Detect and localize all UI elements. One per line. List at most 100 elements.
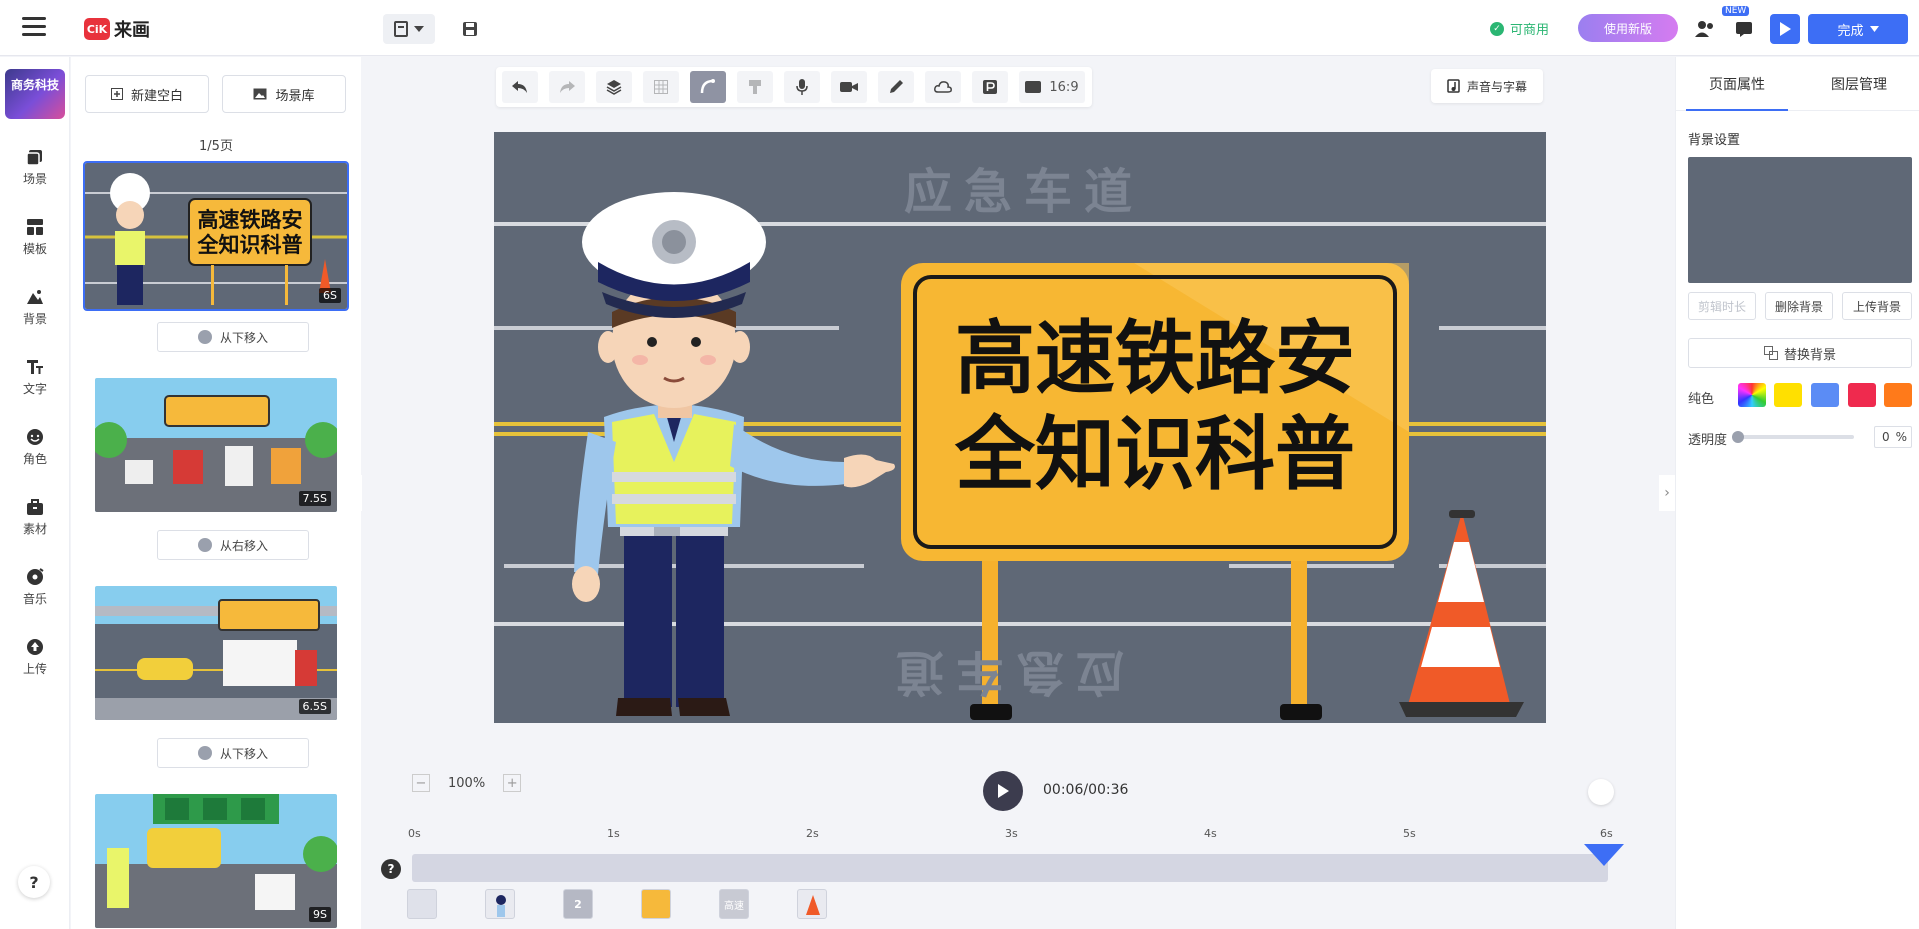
scene-canvas[interactable]: 应急车道 应急车道 高速铁路安 全知识科普	[494, 132, 1546, 723]
scene-thumbnail[interactable]: 7.5S	[95, 378, 337, 512]
nav-label: 素材	[22, 521, 47, 536]
tick-label: 2s	[806, 827, 819, 840]
redo-icon	[560, 81, 575, 93]
transition-button[interactable]: 从下移入	[157, 738, 309, 768]
timeline-track[interactable]	[412, 854, 1608, 882]
page-count: 1/5页	[199, 139, 233, 154]
layer-thumbnail[interactable]	[797, 889, 827, 919]
new-blank-button[interactable]: 新建空白	[85, 75, 209, 113]
save-button[interactable]	[455, 14, 485, 44]
color-swatch-red[interactable]	[1848, 383, 1876, 407]
upload-background-button[interactable]: 上传背景	[1842, 292, 1912, 320]
replace-background-button[interactable]: 替换背景	[1688, 338, 1912, 368]
redo-button[interactable]	[549, 71, 585, 103]
voice-button[interactable]	[784, 71, 820, 103]
canvas-area: 16:9 声音与字幕 应急车道 应急车道 高速铁路安 全知识科普 − 100% …	[362, 57, 1674, 929]
scene-duration: 6S	[319, 288, 341, 303]
preview-play-button[interactable]	[1770, 14, 1800, 44]
layer-thumbnail[interactable]	[641, 889, 671, 919]
tab-layer-management[interactable]: 图层管理	[1798, 57, 1919, 110]
headset-icon[interactable]	[1588, 779, 1614, 805]
layer-thumbnail[interactable]	[485, 889, 515, 919]
done-button[interactable]: 完成	[1808, 14, 1908, 44]
scene-library-label: 场景库	[275, 88, 315, 104]
nav-item-background[interactable]: 背景	[0, 277, 70, 337]
zoom-out-button[interactable]: −	[412, 774, 430, 792]
scene-panel: 新建空白 场景库 1/5页 高速铁路安 全知识科普 6S 从下移入 7.5S 从…	[71, 57, 361, 929]
top-bar: CiK 来画 ✓ 可商用 使用新版 NEW 完成	[0, 0, 1919, 56]
use-new-version-button[interactable]: 使用新版	[1578, 14, 1678, 42]
nav-item-text[interactable]: 文字	[0, 347, 70, 407]
sign-line-2: 全知识科普	[955, 407, 1355, 501]
nav-item-material[interactable]: 素材	[0, 487, 70, 547]
collapse-right-button[interactable]: ›	[1659, 475, 1675, 511]
play-button[interactable]	[983, 771, 1023, 811]
scene-thumbnail[interactable]: 6.5S	[95, 586, 337, 720]
grid-button[interactable]	[643, 71, 679, 103]
color-swatch-blue[interactable]	[1811, 383, 1839, 407]
sound-subtitle-button[interactable]: 声音与字幕	[1431, 69, 1543, 103]
background-icon	[27, 289, 43, 304]
undo-button[interactable]	[502, 71, 538, 103]
help-button[interactable]: ?	[18, 866, 50, 898]
zoom-in-button[interactable]: +	[503, 774, 522, 792]
opacity-slider[interactable]	[1732, 431, 1854, 443]
opacity-slider-knob[interactable]	[1732, 431, 1744, 443]
nav-label: 音乐	[22, 591, 47, 606]
scene-thumbnail[interactable]: 9S	[95, 794, 337, 928]
layer-thumbnail[interactable]	[407, 889, 437, 919]
aspect-ratio-label: 16:9	[1049, 79, 1079, 95]
zoom-control: − 100% +	[412, 774, 522, 792]
pen-button[interactable]	[878, 71, 914, 103]
layer-thumbnail[interactable]: 2	[563, 889, 593, 919]
trim-duration-button[interactable]: 剪辑时长	[1688, 292, 1756, 320]
feedback-icon[interactable]	[1729, 14, 1759, 44]
playhead[interactable]	[1584, 844, 1624, 866]
screen-icon	[1025, 81, 1042, 93]
replace-background-label: 替换背景	[1783, 347, 1836, 363]
sign-title[interactable]: 高速铁路安 全知识科普	[920, 310, 1390, 502]
color-swatch-orange[interactable]	[1884, 383, 1912, 407]
chevron-down-icon	[1869, 26, 1879, 32]
menu-icon[interactable]	[22, 17, 46, 37]
parking-button[interactable]	[972, 71, 1008, 103]
opacity-input[interactable]: 0 %	[1874, 426, 1912, 448]
transition-button[interactable]: 从右移入	[157, 530, 309, 560]
nav-item-scene[interactable]: 场景	[0, 137, 70, 197]
cloud-button[interactable]	[925, 71, 961, 103]
tab-page-properties[interactable]: 页面属性	[1676, 57, 1798, 111]
sound-subtitle-label: 声音与字幕	[1466, 79, 1527, 94]
brush-button[interactable]	[737, 71, 773, 103]
collaborate-icon[interactable]	[1690, 14, 1720, 44]
image-icon	[253, 88, 267, 100]
camera-button[interactable]	[831, 71, 867, 103]
file-menu-button[interactable]	[383, 14, 435, 44]
layers-button[interactable]	[596, 71, 632, 103]
play-icon	[1780, 22, 1791, 36]
layer-thumbnail[interactable]: 高速	[719, 889, 749, 919]
nav-label: 上传	[22, 661, 47, 676]
color-picker-swatch[interactable]	[1738, 383, 1766, 407]
transition-button[interactable]: 从下移入	[157, 322, 309, 352]
done-label: 完成	[1837, 23, 1864, 39]
color-swatch-yellow[interactable]	[1774, 383, 1802, 407]
tick-label: 5s	[1403, 827, 1416, 840]
scene-library-button[interactable]: 场景库	[222, 75, 346, 113]
grid-icon	[654, 80, 668, 94]
nav-item-upload[interactable]: 上传	[0, 627, 70, 687]
nav-item-template[interactable]: 模板	[0, 207, 70, 267]
path-tool-button[interactable]	[690, 71, 726, 103]
opacity-label: 透明度	[1688, 433, 1728, 448]
delete-background-button[interactable]: 删除背景	[1765, 292, 1833, 320]
nav-item-music[interactable]: 音乐	[0, 557, 70, 617]
nav-label: 文字	[22, 381, 47, 396]
property-panel: 页面属性 图层管理 背景设置 剪辑时长 删除背景 上传背景 替换背景 纯色 透明…	[1675, 57, 1919, 929]
aspect-ratio-button[interactable]: 16:9	[1019, 71, 1085, 103]
nav-item-character[interactable]: 角色	[0, 417, 70, 477]
timeline-help-button[interactable]: ?	[381, 859, 401, 879]
project-thumbnail[interactable]: 商务科技	[5, 69, 65, 119]
timeline-ruler: 0s 1s 2s 3s 4s 5s 6s	[408, 827, 1624, 847]
scene-thumbnail[interactable]: 高速铁路安 全知识科普 6S	[83, 161, 349, 311]
edit-toolbar: 16:9	[496, 67, 1092, 107]
save-icon	[463, 22, 477, 36]
